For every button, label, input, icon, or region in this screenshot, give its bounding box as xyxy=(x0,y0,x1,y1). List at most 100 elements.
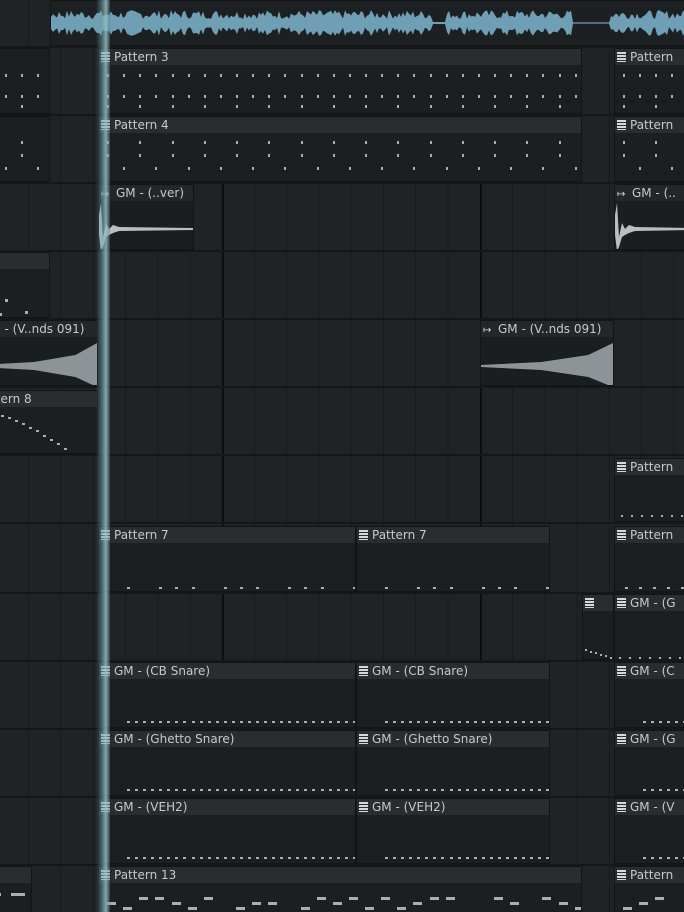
note-block xyxy=(268,74,271,77)
pattern-clip[interactable] xyxy=(582,594,614,660)
note-block xyxy=(639,74,642,77)
clip-header: Pattern xyxy=(615,527,684,543)
pattern-clip-icon xyxy=(617,734,626,744)
clip-header: Pattern 7 xyxy=(357,527,549,543)
waveform-shape xyxy=(51,10,684,36)
note-block xyxy=(429,95,432,98)
pattern-clip[interactable]: Pattern xyxy=(614,48,684,114)
pattern-clip[interactable]: GM - (VEH2) xyxy=(356,798,550,864)
note-block xyxy=(139,154,142,157)
pattern-clip[interactable]: GM - (Ghetto Snare) xyxy=(356,730,550,796)
pattern-clip[interactable] xyxy=(0,252,50,318)
note-block xyxy=(312,721,316,723)
note-block xyxy=(449,857,453,859)
note-block xyxy=(316,897,326,900)
note-block xyxy=(429,154,432,157)
pattern-clip[interactable]: GM - (VEH2) xyxy=(98,798,356,864)
pattern-clip[interactable]: Pattern 7 xyxy=(98,526,356,592)
clip-label: Pattern xyxy=(630,868,674,882)
note-block xyxy=(385,857,388,859)
note-block xyxy=(21,95,24,98)
note-block xyxy=(320,789,324,791)
clip-notes xyxy=(615,883,684,912)
note-block xyxy=(497,587,501,589)
clip-notes xyxy=(357,543,549,591)
note-block xyxy=(25,311,28,314)
note-block xyxy=(155,167,158,170)
note-block xyxy=(526,141,529,144)
note-block xyxy=(288,721,292,723)
note-block xyxy=(381,95,384,98)
note-block xyxy=(494,95,496,98)
note-block xyxy=(381,167,384,170)
note-block xyxy=(171,141,174,144)
clip-header: GM - (Ghetto Snare) xyxy=(357,731,549,747)
note-block xyxy=(280,721,284,723)
note-block xyxy=(600,653,602,656)
pattern-clip[interactable]: GM - (V xyxy=(614,798,684,864)
audio-clip[interactable]: ↦ GM - (V..nds 091) xyxy=(480,320,614,386)
note-block xyxy=(344,721,348,723)
note-block xyxy=(167,857,171,859)
note-block xyxy=(481,789,485,791)
note-block xyxy=(284,74,287,77)
note-block xyxy=(320,721,324,723)
audio-clip[interactable]: ↦GM - (..ver) xyxy=(98,184,194,250)
pattern-clip[interactable]: GM - (G xyxy=(614,594,684,660)
audio-clip[interactable]: ↦ GM - (.. xyxy=(614,184,684,250)
note-block xyxy=(143,789,147,791)
pattern-clip[interactable]: GM - (Ghetto Snare) xyxy=(98,730,356,796)
note-block xyxy=(461,74,464,77)
note-block xyxy=(522,789,525,791)
pattern-clip[interactable]: Pattern 7 xyxy=(356,526,550,592)
pattern-clip[interactable]: GM - (CB Snare) xyxy=(356,662,550,728)
note-block xyxy=(574,167,577,170)
clip-header: Pattern 13 xyxy=(99,867,581,883)
pattern-clip[interactable]: GM - (G xyxy=(614,730,684,796)
audio-clip-waveform[interactable] xyxy=(50,0,684,46)
note-block xyxy=(510,167,513,170)
note-block xyxy=(542,74,545,77)
pattern-clip[interactable]: GM - (C xyxy=(614,662,684,728)
note-block xyxy=(175,587,179,589)
note-block xyxy=(171,74,174,77)
playhead-marker[interactable] xyxy=(96,0,110,912)
clip-label: Pattern xyxy=(630,50,674,64)
note-block xyxy=(558,105,561,108)
note-block xyxy=(280,789,284,791)
pattern-clip[interactable]: Pattern xyxy=(614,866,684,912)
note-block xyxy=(671,515,673,517)
note-block xyxy=(171,154,174,157)
pattern-clip[interactable]: Pattern xyxy=(614,526,684,592)
clip-notes xyxy=(99,883,581,912)
note-block xyxy=(348,167,351,170)
pattern-clip[interactable]: Pattern 8 xyxy=(0,390,98,454)
pattern-clip[interactable]: Pattern 4 xyxy=(98,116,582,182)
note-block xyxy=(187,167,190,170)
clip-notes xyxy=(99,815,355,863)
note-block xyxy=(139,105,142,108)
pattern-clip[interactable]: Pattern xyxy=(614,116,684,182)
note-block xyxy=(231,721,235,723)
pattern-clip[interactable] xyxy=(0,48,50,114)
clip-label: GM - (V xyxy=(630,800,675,814)
note-block xyxy=(623,105,625,108)
waveform-shape xyxy=(615,203,684,249)
audio-clip[interactable]: GM - (V..nds 091) xyxy=(0,320,98,386)
note-block xyxy=(247,721,251,723)
pattern-clip[interactable] xyxy=(0,866,32,912)
note-block xyxy=(139,74,142,77)
pattern-clip[interactable]: GM - (CB Snare) xyxy=(98,662,356,728)
note-block xyxy=(473,789,477,791)
note-block xyxy=(231,789,235,791)
note-block xyxy=(365,95,367,98)
pattern-clip[interactable]: Pattern 3 xyxy=(98,48,582,114)
pattern-clip[interactable]: Pattern xyxy=(614,458,684,522)
note-block xyxy=(425,789,429,791)
pattern-clip[interactable] xyxy=(0,116,50,182)
note-block xyxy=(223,721,227,723)
note-block xyxy=(558,74,561,77)
clip-label: GM - (G xyxy=(630,732,676,746)
pattern-clip[interactable]: Pattern 13 xyxy=(98,866,582,912)
playlist-arrangement[interactable]: Pattern 3 Pattern Pattern 4 Pattern ↦GM … xyxy=(0,0,684,912)
